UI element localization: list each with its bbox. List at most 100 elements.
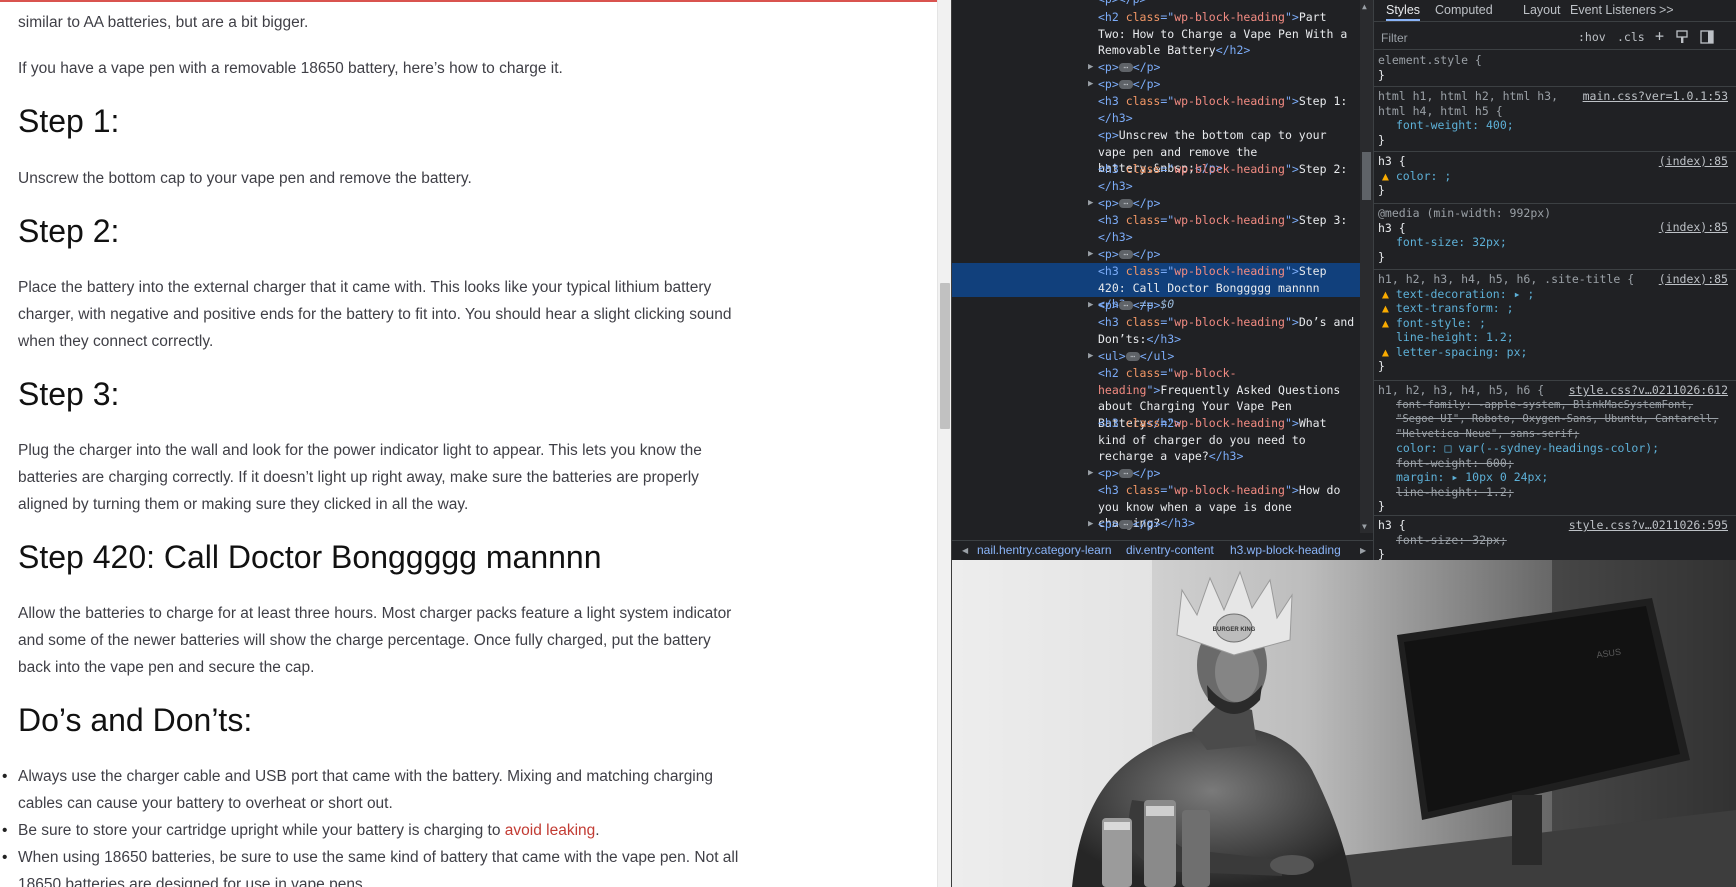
rule-source-link[interactable]: (index):85 [1659,220,1728,235]
breadcrumb-item[interactable]: div.entry-content [1126,541,1214,560]
css-property[interactable]: ▲ text-decoration: ▸ ; [1378,287,1728,302]
dom-node-p[interactable]: ▶ <p> ⋯ </p> [1088,516,1356,533]
style-rule-html-headings[interactable]: html h1, html h2, html h3, html h4, html… [1374,86,1736,147]
rule-close: } [1378,359,1385,373]
css-property-overridden[interactable]: font-family: -apple-system, BlinkMacSyst… [1378,398,1728,442]
expand-triangle-icon[interactable]: ▶ [1088,348,1093,365]
ellipsis-icon[interactable]: ⋯ [1118,469,1133,478]
rule-close: } [1378,183,1385,197]
crown-logo-text: BURGER KING [1213,627,1256,633]
page-scrollbar-thumb[interactable] [940,283,950,429]
rule-selector: html h1, html h2, html h3, html h4, html… [1378,89,1559,118]
breadcrumb-right-arrow-icon[interactable]: ▶ [1360,541,1366,560]
tab-computed[interactable]: Computed [1435,3,1493,17]
breadcrumb: ◀ nail.hentry.category-learn div.entry-c… [952,540,1373,560]
expand-triangle-icon[interactable]: ▶ [1088,195,1093,212]
step-3-heading: Step 3: [18,376,120,412]
css-property[interactable]: ▲ color: ; [1378,169,1728,184]
css-property[interactable]: line-height: 1.2; [1378,330,1728,345]
css-property[interactable]: font-size: 32px; [1378,235,1728,250]
dom-node-p[interactable]: <p></p> [1098,0,1356,8]
css-property[interactable]: ▲ text-transform: ; [1378,301,1728,316]
css-property[interactable]: margin: ▸ 10px 0 24px; [1378,470,1728,485]
dom-node-h3-step-1[interactable]: <h3 class="wp-block-heading">Step 1: </h… [1098,93,1356,126]
css-property-overridden[interactable]: font-weight: 600; [1378,456,1728,471]
cls-toggle[interactable]: .cls [1617,30,1645,44]
breadcrumb-item-active[interactable]: h3.wp-block-heading [1230,541,1341,560]
expand-triangle-icon[interactable]: ▶ [1088,76,1093,93]
scroll-down-arrow-icon[interactable]: ▼ [1362,522,1367,531]
ellipsis-icon[interactable]: ⋯ [1118,301,1133,310]
expand-triangle-icon[interactable]: ▶ [1088,516,1093,533]
dom-node-h2-part-two[interactable]: <h2 class="wp-block-heading">Part Two: H… [1098,9,1356,59]
warning-icon: ▲ [1382,301,1389,315]
rule-source-link[interactable]: style.css?v…0211026:612 [1569,383,1728,398]
tab-event-listeners[interactable]: Event Listeners [1570,3,1656,17]
dom-node-ul[interactable]: ▶ <ul> ⋯ </ul> [1088,348,1356,365]
dos-donts-heading: Do’s and Don’ts: [18,702,253,738]
list-item-text: Be sure to store your cartridge upright … [18,822,505,839]
elements-scrollbar-thumb[interactable] [1362,152,1371,200]
css-property-overridden[interactable]: font-size: 32px; [1378,533,1728,548]
rule-selector: element.style { [1378,53,1482,67]
paragraph-fragment: similar to AA batteries, but are a bit b… [18,14,309,31]
dom-node-h3-charger[interactable]: <h3 class="wp-block-heading">What kind o… [1098,415,1356,465]
style-rule-h3-media[interactable]: @media (min-width: 992px) h3 { (index):8… [1374,203,1736,264]
expand-triangle-icon[interactable]: ▶ [1088,59,1093,76]
style-rule-element[interactable]: element.style { } [1378,53,1728,82]
css-property-overridden[interactable]: line-height: 1.2; [1378,485,1728,500]
styles-filter-input[interactable]: Filter [1378,29,1568,47]
style-rule-h3-color[interactable]: h3 { (index):85 ▲ color: ; } [1374,151,1736,198]
avoid-leaking-link[interactable]: avoid leaking [505,822,595,839]
more-tabs-icon[interactable]: >> [1659,3,1674,17]
style-rule-headings-site-title[interactable]: h1, h2, h3, h4, h5, h6, .site-title { (i… [1374,269,1736,374]
elements-scrollbar[interactable]: ▲ ▼ [1360,0,1373,533]
dom-node-h3-step-420-selected[interactable]: <h3 class="wp-block-heading">Step 420: C… [952,263,1360,311]
styles-pane: Styles Computed Layout Event Listeners >… [1373,0,1736,560]
css-property[interactable]: font-weight: 400; [1378,118,1728,133]
page-scrollbar[interactable] [937,0,951,887]
dom-node-p[interactable]: ▶ <p> ⋯ </p> [1088,59,1356,76]
dom-node-h3-step-2[interactable]: <h3 class="wp-block-heading">Step 2: </h… [1098,161,1356,194]
tab-layout[interactable]: Layout [1523,3,1561,17]
hov-toggle[interactable]: :hov [1578,30,1606,44]
dom-node-h3-dos[interactable]: <h3 class="wp-block-heading">Do’s and Do… [1098,314,1356,347]
ellipsis-icon[interactable]: ⋯ [1118,63,1133,72]
ellipsis-icon[interactable]: ⋯ [1118,520,1133,529]
dom-node-h3-step-3[interactable]: <h3 class="wp-block-heading">Step 3: </h… [1098,212,1356,245]
rule-source-link[interactable]: main.css?ver=1.0.1:53 [1583,89,1728,104]
style-rule-headings-theme[interactable]: h1, h2, h3, h4, h5, h6 { style.css?v…021… [1374,380,1736,514]
css-property[interactable]: color: □ var(--sydney-headings-color); [1378,441,1728,456]
breadcrumb-left-arrow-icon[interactable]: ◀ [962,541,968,560]
style-rule-h3-font-size[interactable]: h3 { style.css?v…0211026:595 font-size: … [1374,515,1736,560]
toggle-sidebar-icon[interactable] [1700,30,1714,47]
dom-node-p[interactable]: ▶ <p> ⋯ </p> [1088,195,1356,212]
list-item-text-end: . [595,822,600,839]
css-property[interactable]: ▲ font-style: ; [1378,316,1728,331]
breadcrumb-item[interactable]: nail.hentry.category-learn [977,541,1112,560]
rule-source-link[interactable]: (index):85 [1659,272,1728,287]
ellipsis-icon[interactable]: ⋯ [1118,199,1133,208]
new-rule-plus-icon[interactable]: + [1655,27,1664,45]
rule-close: } [1378,67,1385,82]
paint-brush-icon[interactable] [1676,30,1689,47]
tab-styles[interactable]: Styles [1386,3,1421,21]
list-item: Be sure to store your cartridge upright … [0,817,745,844]
rule-close: } [1378,249,1385,264]
ellipsis-icon[interactable]: ⋯ [1125,352,1140,361]
dom-node-p[interactable]: ▶ <p> ⋯ </p> [1088,76,1356,93]
expand-triangle-icon[interactable]: ▶ [1088,465,1093,482]
gigachad-burger-king-crown-image: BURGER KING ASUS [952,560,1736,887]
rule-source-link[interactable]: style.css?v…0211026:595 [1569,518,1728,533]
dom-node-p[interactable]: ▶ <p> ⋯ </p> [1088,465,1356,482]
dom-node-p[interactable]: ▶ <p> ⋯ </p> [1088,246,1356,263]
ellipsis-icon[interactable]: ⋯ [1118,250,1133,259]
intro-paragraph: If you have a vape pen with a removable … [18,60,563,77]
ellipsis-icon[interactable]: ⋯ [1118,80,1133,89]
expand-triangle-icon[interactable]: ▶ [1088,297,1093,314]
expand-triangle-icon[interactable]: ▶ [1088,246,1093,263]
dom-node-p[interactable]: ▶ <p> ⋯ </p> [1088,297,1356,314]
rule-source-link[interactable]: (index):85 [1659,154,1728,169]
scroll-up-arrow-icon[interactable]: ▲ [1362,2,1367,11]
css-property[interactable]: ▲ letter-spacing: px; [1378,345,1728,360]
